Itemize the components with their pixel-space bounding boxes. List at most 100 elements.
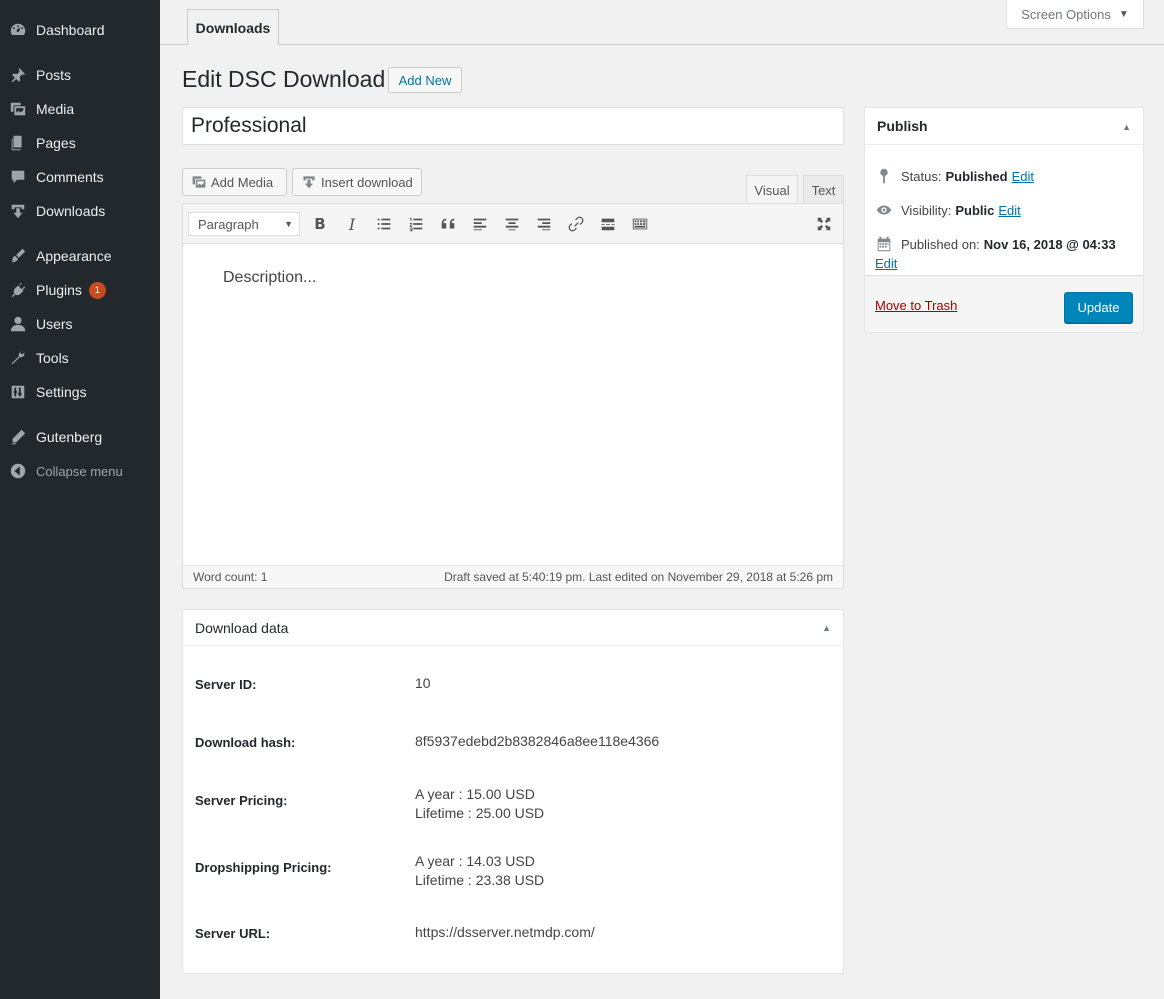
caret-up-icon[interactable]: ▲ — [1122, 122, 1131, 132]
visibility-row: Visibility: Public Edit — [875, 201, 1021, 219]
sidebar-item-users[interactable]: Users — [0, 307, 160, 341]
server-pricing-lifetime: Lifetime : 25.00 USD — [415, 805, 545, 821]
download-icon — [0, 202, 36, 220]
tab-downloads[interactable]: Downloads — [187, 9, 279, 45]
published-on-row: Published on: Nov 16, 2018 @ 04:33 — [875, 235, 1116, 253]
download-data-box: Download data ▲ Server ID: 10 Download h… — [182, 609, 844, 974]
format-select[interactable]: Paragraph ▼ — [188, 212, 300, 236]
insert-link-button[interactable] — [566, 214, 586, 234]
sidebar-item-label: Tools — [36, 350, 69, 366]
sidebar-item-tools[interactable]: Tools — [0, 341, 160, 375]
dropshipping-pricing-year: A year : 14.03 USD — [415, 853, 535, 869]
bullet-list-button[interactable] — [374, 214, 394, 234]
settings-icon — [0, 383, 36, 401]
edit-visibility-link[interactable]: Edit — [998, 203, 1020, 218]
edit-date-link[interactable]: Edit — [875, 256, 897, 271]
eye-icon — [876, 205, 892, 215]
word-count: Word count: 1 — [193, 570, 268, 584]
quote-icon — [441, 218, 455, 229]
sidebar-item-dashboard[interactable]: Dashboard — [0, 13, 160, 47]
caret-up-icon[interactable]: ▲ — [822, 623, 831, 633]
publish-header[interactable]: Publish ▲ — [865, 108, 1143, 145]
toolbar-toggle-button[interactable] — [630, 214, 650, 234]
status-label: Status: — [901, 168, 942, 184]
visibility-label: Visibility: — [901, 202, 952, 218]
insert-download-label: Insert download — [321, 174, 413, 190]
read-more-icon — [601, 218, 615, 231]
editor-toolbar: Paragraph ▼ B I — [183, 204, 843, 244]
sidebar-item-label: Downloads — [36, 203, 106, 219]
post-title-input[interactable]: Professional — [182, 107, 844, 145]
align-left-icon — [473, 218, 487, 231]
numbered-list-icon — [409, 217, 423, 232]
sidebar-item-label: Gutenberg — [36, 429, 103, 445]
sidebar-item-pages[interactable]: Pages — [0, 126, 160, 160]
edit-status-link[interactable]: Edit — [1012, 169, 1034, 184]
editor-content-area[interactable]: Description... — [183, 245, 843, 566]
tab-visual[interactable]: Visual — [746, 175, 798, 204]
server-id-value: 10 — [415, 675, 431, 691]
read-more-button[interactable] — [598, 214, 618, 234]
draft-status: Draft saved at 5:40:19 pm. Last edited o… — [444, 570, 833, 584]
caret-down-icon: ▼ — [1118, 8, 1129, 20]
server-pricing-label: Server Pricing: — [195, 793, 288, 808]
dropshipping-pricing-label: Dropshipping Pricing: — [195, 860, 332, 875]
insert-download-button[interactable]: Insert download — [292, 168, 422, 196]
collapse-menu-button[interactable]: Collapse menu — [0, 454, 160, 488]
server-url-label: Server URL: — [195, 926, 271, 941]
download-data-header[interactable]: Download data ▲ — [183, 610, 843, 646]
page-title: Edit DSC Download — [182, 66, 386, 92]
status-row: Status: Published Edit — [875, 167, 1034, 185]
numbered-list-button[interactable] — [406, 214, 426, 234]
pencil-icon — [0, 428, 36, 446]
user-icon — [0, 315, 36, 333]
keyboard-icon — [632, 218, 648, 230]
plugin-update-badge: 1 — [88, 281, 106, 299]
sidebar-item-label: Comments — [36, 169, 104, 185]
move-to-trash-link[interactable]: Move to Trash — [875, 298, 957, 313]
sidebar-item-settings[interactable]: Settings — [0, 375, 160, 409]
sidebar-item-posts[interactable]: Posts — [0, 58, 160, 92]
italic-button[interactable]: I — [342, 214, 362, 234]
download-hash-value: 8f5937edebd2b8382846a8ee118e4366 — [415, 733, 660, 749]
format-select-value: Paragraph — [198, 216, 259, 232]
add-new-button[interactable]: Add New — [388, 67, 462, 93]
status-value: Published — [945, 168, 1008, 184]
sidebar-item-media[interactable]: Media — [0, 92, 160, 126]
collapse-icon — [0, 462, 36, 480]
sidebar-item-label: Collapse menu — [36, 463, 123, 479]
dashboard-icon — [0, 21, 36, 39]
bold-button[interactable]: B — [310, 214, 330, 234]
pin-icon — [0, 66, 36, 84]
fullscreen-icon — [817, 217, 831, 231]
screen-options-button[interactable]: Screen Options ▼ — [1006, 0, 1144, 29]
align-center-button[interactable] — [502, 214, 522, 234]
sidebar-item-plugins[interactable]: Plugins 1 — [0, 273, 160, 307]
sidebar-item-label: Settings — [36, 384, 87, 400]
bold-icon: B — [314, 215, 326, 233]
brush-icon — [0, 247, 36, 265]
sidebar-item-label: Users — [36, 316, 73, 332]
publish-title: Publish — [877, 118, 928, 134]
sidebar-item-appearance[interactable]: Appearance — [0, 239, 160, 273]
sidebar-item-label: Pages — [36, 135, 76, 151]
caret-down-icon: ▼ — [284, 219, 293, 229]
calendar-icon — [877, 236, 891, 252]
sidebar-item-label: Posts — [36, 67, 72, 83]
sidebar-item-gutenberg[interactable]: Gutenberg — [0, 420, 160, 454]
editor-status-bar: Word count: 1 Draft saved at 5:40:19 pm.… — [183, 565, 843, 588]
update-button[interactable]: Update — [1064, 292, 1133, 323]
fullscreen-button[interactable] — [814, 214, 834, 234]
blockquote-button[interactable] — [438, 214, 458, 234]
align-left-button[interactable] — [470, 214, 490, 234]
editor-placeholder: Description... — [223, 269, 317, 286]
add-media-button[interactable]: Add Media — [182, 168, 287, 196]
server-pricing-year: A year : 15.00 USD — [415, 786, 535, 802]
sidebar-item-comments[interactable]: Comments — [0, 160, 160, 194]
sidebar-item-downloads[interactable]: Downloads — [0, 194, 160, 228]
tab-text[interactable]: Text — [803, 175, 844, 204]
align-right-button[interactable] — [534, 214, 554, 234]
italic-icon: I — [348, 214, 356, 234]
media-icon — [192, 176, 206, 188]
link-icon — [568, 216, 584, 232]
